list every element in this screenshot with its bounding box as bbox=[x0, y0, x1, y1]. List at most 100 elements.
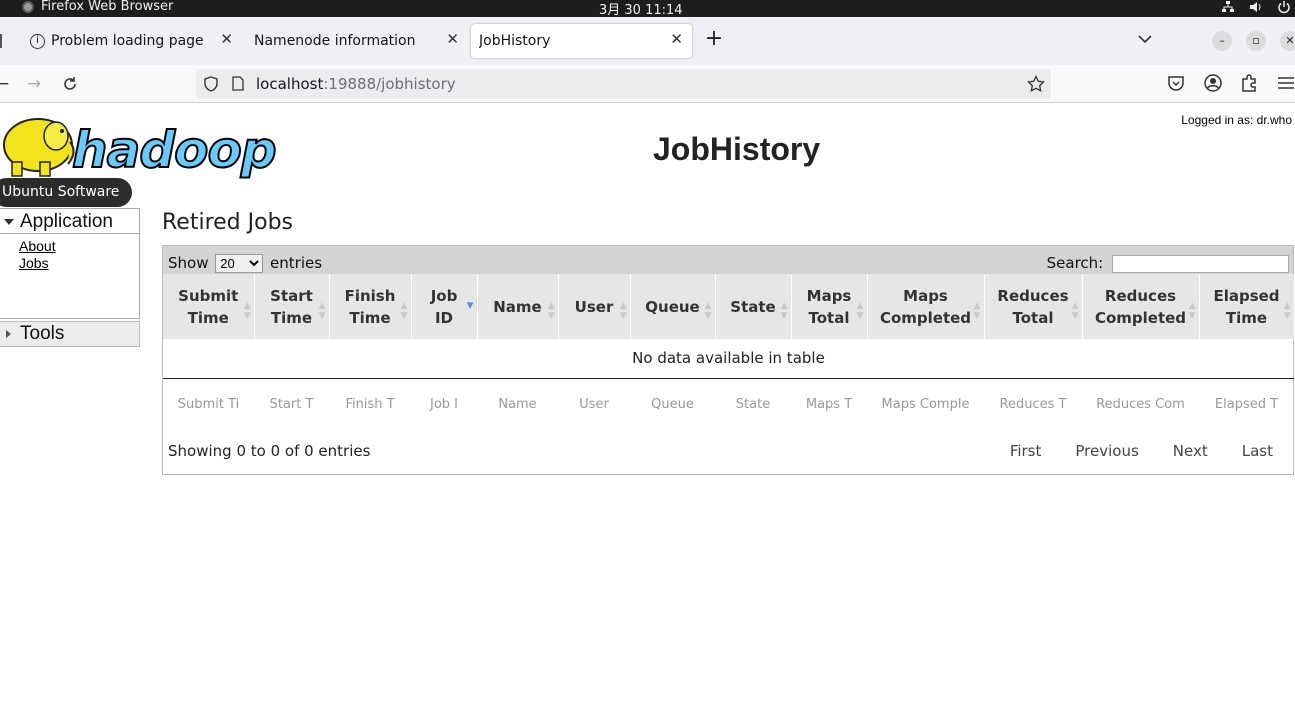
pager-previous[interactable]: Previous bbox=[1075, 442, 1138, 460]
column-filter[interactable]: Elapsed T bbox=[1199, 378, 1294, 430]
firefox-icon bbox=[22, 0, 34, 13]
sort-both-icon: ▲ ▼ bbox=[400, 301, 408, 321]
pager-last[interactable]: Last bbox=[1242, 442, 1273, 460]
column-header[interactable]: Queue ▲ ▼ bbox=[630, 274, 716, 339]
column-header[interactable]: Reduces Total ▲ ▼ bbox=[984, 274, 1083, 339]
sidebar-item-jobs[interactable]: Jobs bbox=[19, 255, 139, 272]
logged-in-label: Logged in as: dr.who bbox=[1181, 113, 1292, 127]
menu-button[interactable] bbox=[1276, 73, 1295, 95]
list-all-tabs-button[interactable] bbox=[1138, 29, 1152, 48]
tab-jobhistory[interactable]: JobHistory ✕ bbox=[471, 24, 692, 58]
active-app-name: Firefox Web Browser bbox=[41, 0, 174, 14]
search-label: Search: bbox=[1046, 254, 1104, 272]
column-filter[interactable]: Reduces T bbox=[984, 378, 1082, 430]
url-text: localhost:19888/jobhistory bbox=[256, 75, 456, 93]
column-filter[interactable]: State bbox=[715, 378, 791, 430]
column-header[interactable]: Job ID ▼ bbox=[411, 274, 478, 339]
column-header-label: Submit Time bbox=[178, 286, 239, 327]
tab-problem-loading[interactable]: i Problem loading page ✕ bbox=[20, 24, 242, 58]
back-button[interactable]: ← bbox=[0, 72, 14, 96]
new-tab-button[interactable]: + bbox=[702, 27, 726, 51]
sort-both-icon: ▲ ▼ bbox=[704, 301, 712, 321]
star-icon[interactable] bbox=[1027, 75, 1045, 93]
column-header[interactable]: State ▲ ▼ bbox=[715, 274, 792, 339]
column-filter[interactable]: Reduces Com bbox=[1082, 378, 1199, 430]
info-icon: i bbox=[30, 33, 45, 49]
jobs-datatable: Show 102050100 entries Search: Submit Ti… bbox=[162, 245, 1295, 475]
column-header[interactable]: Reduces Completed ▲ ▼ bbox=[1082, 274, 1200, 339]
table-info: Showing 0 to 0 of 0 entries bbox=[168, 442, 371, 460]
sidebar-application: Application About Jobs bbox=[0, 208, 140, 319]
minimize-button[interactable]: – bbox=[1212, 31, 1232, 51]
sidebar-item-about[interactable]: About bbox=[19, 238, 139, 255]
hadoop-logo: hadoop bbox=[0, 110, 290, 185]
navigation-toolbar: ← → localhost:19888/jobhistory bbox=[0, 65, 1295, 103]
sort-both-icon: ▲ ▼ bbox=[619, 301, 627, 321]
column-filter[interactable]: Job I bbox=[411, 378, 477, 430]
column-filter[interactable]: User bbox=[558, 378, 630, 430]
logo-text: hadoop bbox=[71, 120, 278, 180]
sidebar-application-header[interactable]: Application bbox=[0, 209, 139, 234]
caret-down-icon bbox=[4, 219, 14, 225]
url-bar[interactable]: localhost:19888/jobhistory bbox=[196, 69, 1051, 99]
url-host: localhost bbox=[256, 75, 324, 93]
account-button[interactable] bbox=[1203, 73, 1225, 95]
column-header[interactable]: Finish Time ▲ ▼ bbox=[329, 274, 412, 339]
column-filter[interactable]: Start T bbox=[254, 378, 329, 430]
tab-favicon-icon bbox=[0, 34, 2, 48]
column-header[interactable]: Name ▲ ▼ bbox=[477, 274, 559, 339]
network-icon bbox=[1221, 0, 1235, 14]
column-filter[interactable]: Name bbox=[477, 378, 558, 430]
column-header[interactable]: Maps Total ▲ ▼ bbox=[791, 274, 868, 339]
tab-namenode[interactable]: Namenode information ✕ bbox=[246, 24, 468, 58]
active-app-menu[interactable]: Firefox Web Browser bbox=[22, 0, 173, 14]
show-label: Show bbox=[168, 254, 209, 272]
section-title: Retired Jobs bbox=[162, 210, 294, 235]
reload-button[interactable] bbox=[58, 72, 82, 96]
column-header[interactable]: Submit Time ▲ ▼ bbox=[163, 274, 255, 339]
column-filter[interactable]: Maps Comple bbox=[867, 378, 984, 430]
column-header-label: Reduces Total bbox=[997, 286, 1069, 327]
reload-icon bbox=[64, 77, 76, 90]
column-header-label: Job ID bbox=[430, 286, 458, 327]
column-filter[interactable]: Maps T bbox=[791, 378, 867, 430]
empty-message: No data available in table bbox=[163, 339, 1294, 379]
close-tab-icon[interactable]: ✕ bbox=[220, 30, 233, 48]
column-filter[interactable]: Submit Ti bbox=[163, 378, 254, 430]
tab-strip: i Problem loading page ✕ Namenode inform… bbox=[0, 17, 1295, 65]
pocket-icon bbox=[1168, 76, 1184, 91]
volume-icon bbox=[1249, 0, 1263, 14]
tab-title: Namenode information bbox=[254, 33, 416, 49]
page-size-select[interactable]: 102050100 bbox=[215, 254, 264, 273]
search-input[interactable] bbox=[1112, 254, 1289, 273]
sort-both-icon: ▲ ▼ bbox=[1071, 301, 1079, 321]
clock[interactable]: 3月 30 11:14 bbox=[599, 0, 683, 18]
dock-tooltip: Ubuntu Software bbox=[0, 178, 133, 207]
column-header[interactable]: User ▲ ▼ bbox=[558, 274, 631, 339]
page-title: JobHistory bbox=[653, 131, 821, 167]
column-header[interactable]: Start Time ▲ ▼ bbox=[254, 274, 330, 339]
column-filter[interactable]: Finish T bbox=[329, 378, 411, 430]
close-window-button[interactable]: ✕ bbox=[1280, 31, 1295, 51]
close-tab-icon[interactable]: ✕ bbox=[446, 30, 459, 48]
forward-button[interactable]: → bbox=[22, 72, 46, 96]
extensions-button[interactable] bbox=[1239, 73, 1261, 95]
sidebar-tools-header[interactable]: Tools bbox=[0, 321, 140, 347]
column-header[interactable]: Maps Completed ▲ ▼ bbox=[867, 274, 985, 339]
column-filter[interactable]: Queue bbox=[630, 378, 715, 430]
pocket-button[interactable] bbox=[1166, 73, 1188, 95]
close-tab-icon[interactable]: ✕ bbox=[670, 30, 683, 48]
column-header-label: Finish Time bbox=[344, 286, 396, 327]
power-icon bbox=[1277, 0, 1291, 14]
pager-next[interactable]: Next bbox=[1173, 442, 1208, 460]
system-tray[interactable] bbox=[1221, 0, 1291, 14]
url-path: :19888/jobhistory bbox=[323, 75, 456, 93]
sort-both-icon: ▲ ▼ bbox=[780, 301, 788, 321]
tab-partial[interactable] bbox=[0, 24, 10, 58]
column-header-label: Reduces Completed bbox=[1094, 286, 1187, 327]
column-header-label: State bbox=[730, 297, 776, 316]
column-header[interactable]: Elapsed Time ▲ ▼ bbox=[1199, 274, 1295, 339]
sort-both-icon: ▲ ▼ bbox=[1283, 301, 1291, 321]
maximize-button[interactable]: ▫ bbox=[1246, 31, 1266, 51]
pager-first[interactable]: First bbox=[1010, 442, 1042, 460]
